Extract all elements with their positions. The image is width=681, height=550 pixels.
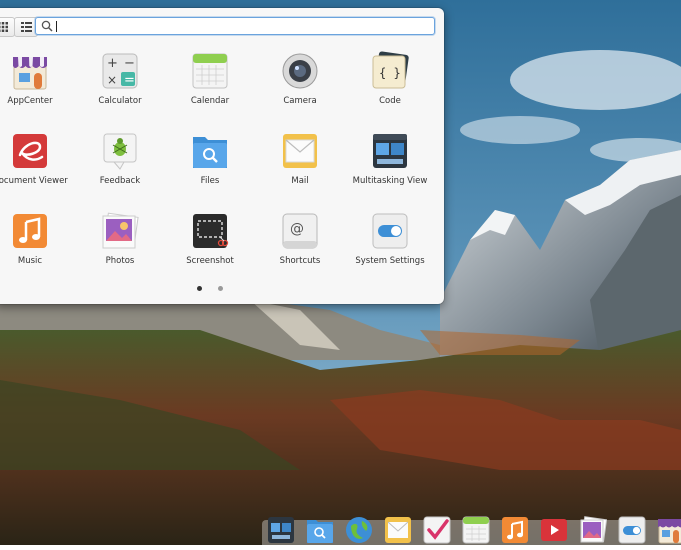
page-indicator (0, 286, 444, 294)
app-label: AppCenter (7, 96, 53, 106)
document-viewer-icon (13, 134, 47, 168)
app-label: Document Viewer (0, 176, 68, 186)
system-settings-icon[interactable] (618, 516, 646, 544)
page-dot-2[interactable] (218, 286, 223, 291)
app-appcenter[interactable]: AppCenter (0, 51, 75, 123)
svg-text:{ }: { } (379, 66, 401, 80)
search-icon (41, 20, 53, 32)
multitasking-view-icon (373, 134, 407, 168)
app-code[interactable]: { } Code (345, 51, 435, 123)
videos-icon[interactable] (540, 516, 568, 544)
feedback-icon (103, 133, 137, 170)
app-feedback[interactable]: Feedback (75, 131, 165, 203)
code-icon: { } (372, 51, 409, 89)
app-photos[interactable]: Photos (75, 211, 165, 283)
app-label: Camera (283, 96, 317, 106)
svg-text:−: − (124, 56, 135, 71)
calculator-icon: + − × = (102, 53, 138, 89)
app-label: Mail (291, 176, 309, 186)
app-label: Shortcuts (279, 256, 321, 266)
app-label: System Settings (355, 256, 425, 266)
camera-icon (282, 53, 318, 89)
app-mail[interactable]: Mail (255, 131, 345, 203)
app-screenshot[interactable]: Screenshot (165, 211, 255, 283)
web-browser-icon[interactable] (345, 516, 373, 544)
app-calendar[interactable]: Calendar (165, 51, 255, 123)
app-label: Code (379, 96, 401, 106)
app-label: Calendar (190, 96, 230, 106)
app-document-viewer[interactable]: Document Viewer (0, 131, 75, 203)
calendar-icon[interactable] (462, 516, 490, 544)
grid-view-icon (0, 22, 8, 32)
appcenter-icon (13, 57, 47, 90)
appcenter-icon[interactable] (657, 516, 681, 544)
app-camera[interactable]: Camera (255, 51, 345, 123)
tasks-icon[interactable] (423, 516, 451, 544)
photos-icon[interactable] (579, 516, 607, 544)
app-label: Screenshot (186, 256, 234, 266)
svg-text:×: × (107, 73, 117, 87)
photos-icon (102, 212, 139, 249)
app-files[interactable]: Files (165, 131, 255, 203)
app-calculator[interactable]: + − × = Calculator (75, 51, 165, 123)
app-system-settings[interactable]: System Settings (345, 211, 435, 283)
app-label: Photos (105, 256, 135, 266)
app-label: Feedback (99, 176, 141, 186)
app-label: Calculator (98, 96, 142, 106)
mail-icon[interactable] (384, 516, 412, 544)
app-label: Music (17, 256, 43, 266)
applications-launcher: AppCenter + − × = Calculator Calendar Ca… (0, 8, 444, 304)
grid-view-button[interactable] (0, 17, 15, 37)
app-music[interactable]: Music (0, 211, 75, 283)
calendar-icon (192, 53, 228, 89)
app-multitasking-view[interactable]: Multitasking View (345, 131, 435, 203)
music-icon (13, 214, 47, 248)
files-icon (193, 137, 227, 168)
music-icon[interactable] (501, 516, 529, 544)
shortcuts-icon: @ (282, 213, 318, 249)
multitasking-view-icon[interactable] (267, 516, 295, 544)
search-input[interactable] (57, 19, 419, 33)
page-dot-1[interactable] (197, 286, 202, 291)
svg-text:=: = (124, 73, 135, 88)
app-label: Files (200, 176, 220, 186)
mail-icon (283, 134, 317, 168)
screenshot-icon (193, 214, 229, 248)
svg-text:+: + (107, 56, 118, 71)
search-field[interactable] (35, 17, 435, 35)
files-icon[interactable] (306, 516, 334, 544)
svg-text:@: @ (290, 221, 304, 237)
app-shortcuts[interactable]: @ Shortcuts (255, 211, 345, 283)
system-settings-icon (372, 213, 408, 249)
category-view-icon (20, 22, 32, 32)
app-label: Multitasking View (352, 176, 428, 186)
